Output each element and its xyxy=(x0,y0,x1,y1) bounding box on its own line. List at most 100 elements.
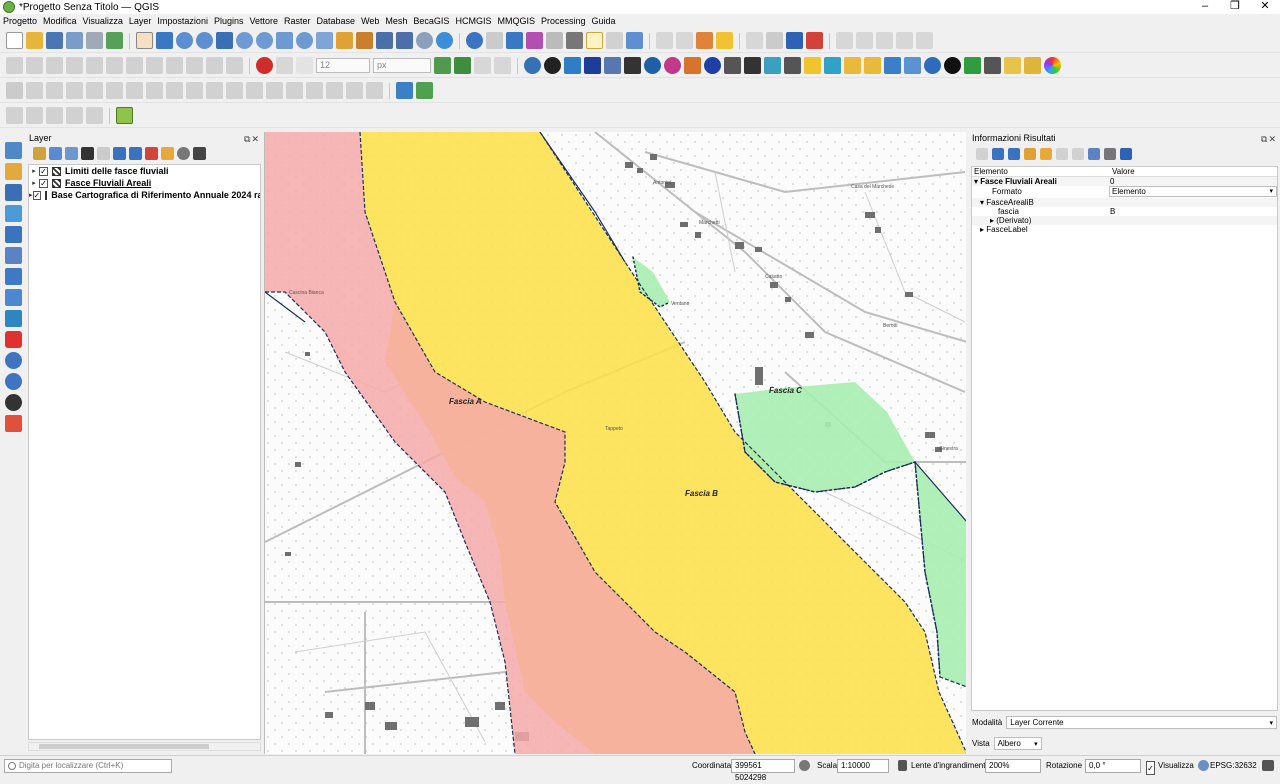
lock-icon[interactable] xyxy=(898,760,907,771)
results-viewer-icon[interactable] xyxy=(604,57,621,74)
view-select[interactable]: Albero ▾ xyxy=(993,736,1042,750)
raster-tool-icon[interactable] xyxy=(416,82,433,99)
collapse-all-icon[interactable] xyxy=(129,146,142,160)
new-project-icon[interactable] xyxy=(6,32,23,49)
toggle-editing-icon[interactable] xyxy=(26,57,43,74)
brush-icon[interactable] xyxy=(904,57,921,74)
open-field-calc-icon[interactable] xyxy=(546,32,563,49)
delete-part-icon[interactable] xyxy=(166,82,183,99)
abc-pin-icon[interactable] xyxy=(806,32,823,49)
add-xyz-icon[interactable] xyxy=(5,373,22,390)
layer-checkbox[interactable]: ✓ xyxy=(32,190,42,200)
pan-hand-icon[interactable] xyxy=(136,32,153,49)
print-icon[interactable] xyxy=(1072,148,1084,160)
manage-visibility-icon[interactable] xyxy=(65,146,78,160)
menu-mmqgis[interactable]: MMQGIS xyxy=(494,15,538,28)
messages-icon[interactable] xyxy=(1262,760,1274,771)
flask-icon[interactable] xyxy=(684,57,701,74)
plugin-b-icon[interactable] xyxy=(766,32,783,49)
result-row-label-layer[interactable]: ▸ FasceLabel xyxy=(972,225,1277,234)
settings-wrench-icon[interactable] xyxy=(1104,148,1116,160)
toggle-extents-icon[interactable] xyxy=(799,760,810,771)
crs-globe-icon[interactable] xyxy=(1198,760,1209,771)
add-virtual-layer-icon[interactable] xyxy=(5,247,22,264)
deselect-icon[interactable] xyxy=(696,32,713,49)
binoculars-icon[interactable] xyxy=(744,57,761,74)
add-vector-tile-icon[interactable] xyxy=(5,415,22,432)
pan-to-selection-icon[interactable] xyxy=(156,32,173,49)
attribute-table-icon[interactable] xyxy=(486,32,503,49)
label-tool-5-icon[interactable] xyxy=(916,32,933,49)
snap-type-icon[interactable] xyxy=(296,57,313,74)
layer-name[interactable]: Fasce Fluviali Areali xyxy=(65,178,151,188)
fill-ring-icon[interactable] xyxy=(126,82,143,99)
hexagon-blue-icon[interactable] xyxy=(824,57,841,74)
add-spatialite-icon[interactable] xyxy=(5,226,22,243)
coordinate-input[interactable]: 399561 5024298 xyxy=(731,759,795,782)
zoom-in-icon[interactable] xyxy=(176,32,193,49)
intersection-icon[interactable] xyxy=(454,57,471,74)
render-checkbox[interactable]: ✓ xyxy=(1146,761,1155,775)
help-icon[interactable] xyxy=(626,32,643,49)
delete-ring-icon[interactable] xyxy=(146,82,163,99)
layer-row-fasce-areali[interactable]: ▸ ✓ Fasce Fluviali Areali xyxy=(29,177,260,189)
menu-modifica[interactable]: Modifica xyxy=(40,15,80,28)
layer-name[interactable]: Base Cartografica di Riferimento Annuale… xyxy=(51,190,260,200)
refresh-icon[interactable] xyxy=(436,32,453,49)
panel-float-close-buttons[interactable]: ⧉✕ xyxy=(244,133,260,145)
temporal-clock-icon[interactable] xyxy=(416,32,433,49)
rotation-input[interactable]: 0,0 ° xyxy=(1085,759,1141,773)
zoom-next-icon[interactable] xyxy=(316,32,333,49)
folder-icon[interactable] xyxy=(1024,57,1041,74)
locator-search-input[interactable]: Digita per localizzare (Ctrl+K) xyxy=(4,759,172,773)
mode-select[interactable]: Layer Corrente ▾ xyxy=(1006,715,1277,729)
filter-legend-icon[interactable] xyxy=(81,146,94,160)
map-themes-icon[interactable] xyxy=(116,107,133,124)
tracing-icon[interactable] xyxy=(276,57,293,74)
walk-icon[interactable] xyxy=(784,57,801,74)
annotation-svg-icon[interactable] xyxy=(66,107,83,124)
add-ring-icon[interactable] xyxy=(86,82,103,99)
label-tool-2-icon[interactable] xyxy=(856,32,873,49)
save-as-icon[interactable] xyxy=(66,32,83,49)
copy-icon[interactable] xyxy=(166,57,183,74)
zoom-selection-icon[interactable] xyxy=(236,32,253,49)
paste-icon[interactable] xyxy=(186,57,203,74)
terrain-icon[interactable] xyxy=(964,57,981,74)
rotate-symbols-icon[interactable] xyxy=(306,82,323,99)
add-wms-icon[interactable] xyxy=(5,310,22,327)
expand-tree-icon[interactable] xyxy=(976,148,988,160)
expand-arrow-icon[interactable]: ▸ xyxy=(29,179,39,187)
note-icon[interactable] xyxy=(1004,57,1021,74)
copy-feature-icon[interactable] xyxy=(1056,148,1068,160)
menu-plugins[interactable]: Plugins xyxy=(211,15,247,28)
expand-arrow-icon[interactable]: ▸ xyxy=(29,167,39,175)
add-delimited-text-icon[interactable] xyxy=(5,205,22,222)
layer-name[interactable]: Limiti delle fasce fluviali xyxy=(65,166,169,176)
offset-point-icon[interactable] xyxy=(326,82,343,99)
new-3d-view-icon[interactable] xyxy=(356,32,373,49)
raster-calc-icon[interactable] xyxy=(884,57,901,74)
bookmark-icon[interactable] xyxy=(376,32,393,49)
trim-extend-icon[interactable] xyxy=(366,82,383,99)
plugin-a-icon[interactable] xyxy=(746,32,763,49)
snap-all-icon[interactable] xyxy=(494,57,511,74)
expand-new-icon[interactable] xyxy=(1024,148,1036,160)
select-by-value-icon[interactable] xyxy=(676,32,693,49)
undo-icon[interactable] xyxy=(206,57,223,74)
network-icon[interactable] xyxy=(984,57,1001,74)
result-row-derived[interactable]: ▸ (Derivato) xyxy=(972,216,1277,225)
menu-progetto[interactable]: Progetto xyxy=(0,15,40,28)
graphical-modeler-icon[interactable] xyxy=(564,57,581,74)
new-map-view-icon[interactable] xyxy=(336,32,353,49)
simplify-icon[interactable] xyxy=(66,82,83,99)
menu-guida[interactable]: Guida xyxy=(588,15,618,28)
zoom-layer-icon[interactable] xyxy=(256,32,273,49)
processing-gear-icon[interactable] xyxy=(544,57,561,74)
layer-dropdown-icon[interactable] xyxy=(193,146,206,160)
show-bookmarks-icon[interactable] xyxy=(396,32,413,49)
settings-gear-icon[interactable] xyxy=(506,32,523,49)
label-tool-4-icon[interactable] xyxy=(896,32,913,49)
style-manager-icon[interactable] xyxy=(106,32,123,49)
add-group-icon[interactable] xyxy=(49,146,62,160)
